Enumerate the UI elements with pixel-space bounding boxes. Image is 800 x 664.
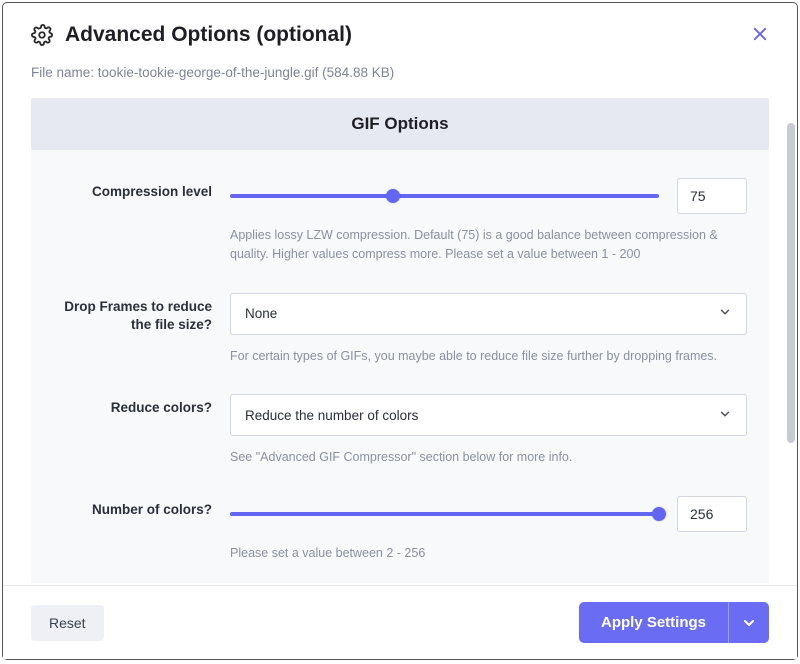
num-colors-value-input[interactable] [677,496,747,532]
section-header: GIF Options [31,98,769,150]
modal-footer: Reset Apply Settings [3,585,797,659]
reduce-colors-label: Reduce colors? [53,394,230,467]
reduce-colors-selected: Reduce the number of colors [245,408,418,423]
drop-frames-selected: None [245,306,277,321]
num-colors-slider-thumb[interactable] [652,507,666,521]
reduce-colors-select[interactable]: Reduce the number of colors [230,394,747,436]
compression-label: Compression level [53,178,230,265]
compression-value-input[interactable] [677,178,747,214]
compression-help: Applies lossy LZW compression. Default (… [230,226,747,265]
scrollbar-thumb[interactable] [787,123,795,443]
drop-frames-select[interactable]: None [230,293,747,335]
option-num-colors: Number of colors? Please set a value bet… [53,496,747,563]
apply-button-group: Apply Settings [579,602,769,643]
chevron-down-icon [718,305,732,322]
compression-slider-thumb[interactable] [386,189,400,203]
reduce-colors-help: See "Advanced GIF Compressor" section be… [230,448,747,467]
options-area: Compression level Applies lossy LZW comp… [31,150,769,583]
modal-header: Advanced Options (optional) [3,3,797,57]
drop-frames-label: Drop Frames to reduce the file size? [53,293,230,366]
option-compression: Compression level Applies lossy LZW comp… [53,178,747,265]
modal-title: Advanced Options (optional) [65,23,352,47]
option-reduce-colors: Reduce colors? Reduce the number of colo… [53,394,747,467]
file-name-line: File name: tookie-tookie-george-of-the-j… [3,57,797,98]
file-name-value: tookie-tookie-george-of-the-jungle.gif (… [98,65,394,80]
chevron-down-icon [718,407,732,424]
drop-frames-help: For certain types of GIFs, you maybe abl… [230,347,747,366]
option-drop-frames: Drop Frames to reduce the file size? Non… [53,293,747,366]
file-name-label: File name: [31,65,94,80]
close-button[interactable] [751,25,769,48]
apply-dropdown-button[interactable] [728,602,769,643]
content-wrapper: GIF Options Compression level [3,98,797,585]
advanced-options-modal: Advanced Options (optional) File name: t… [2,2,798,660]
compression-slider[interactable] [230,186,659,206]
num-colors-help: Please set a value between 2 - 256 [230,544,747,563]
gear-icon [31,24,53,46]
num-colors-slider[interactable] [230,504,659,524]
apply-settings-button[interactable]: Apply Settings [579,602,728,643]
reset-button[interactable]: Reset [31,605,104,641]
num-colors-label: Number of colors? [53,496,230,563]
